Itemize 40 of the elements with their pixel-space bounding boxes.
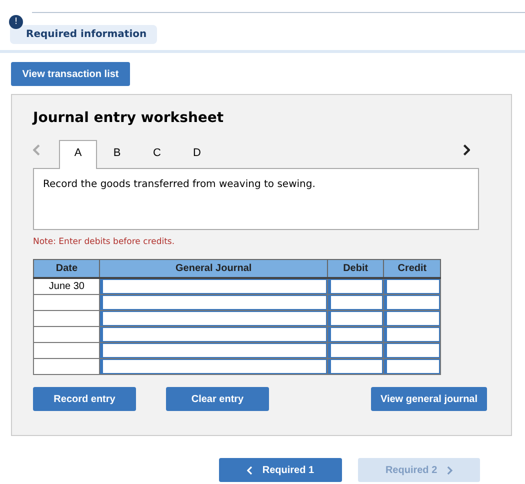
entry-field[interactable] — [328, 359, 384, 374]
worksheet-title: Journal entry worksheet — [33, 110, 225, 128]
navigation-button[interactable]: Required 1 — [219, 458, 342, 482]
entry-field[interactable] — [328, 327, 384, 342]
worksheet-tab[interactable]: D — [177, 140, 217, 169]
column-header: Date — [34, 260, 100, 278]
entry-field[interactable] — [328, 295, 384, 310]
entry-field[interactable] — [100, 327, 327, 342]
entry-field[interactable] — [328, 279, 384, 294]
entry-field[interactable] — [384, 311, 440, 326]
entry-field[interactable] — [100, 279, 327, 294]
date-cell: June 30 — [34, 278, 100, 294]
entry-field[interactable] — [100, 359, 327, 374]
column-header: General Journal — [100, 260, 328, 278]
chevron-right-icon[interactable] — [463, 144, 470, 156]
worksheet-tab[interactable]: B — [97, 140, 137, 169]
requirement-tab[interactable]: Required information — [10, 25, 157, 44]
entry-field[interactable] — [384, 359, 440, 374]
entry-field[interactable] — [328, 343, 384, 358]
entry-field[interactable] — [100, 311, 327, 326]
alert-badge: ! — [9, 15, 23, 29]
navigation-label: Required 2 — [385, 464, 438, 476]
column-header: Debit — [327, 260, 384, 278]
column-header: Credit — [384, 260, 440, 278]
worksheet-tab[interactable]: A — [59, 140, 97, 169]
worksheet-button[interactable]: Clear entry — [166, 387, 269, 411]
worksheet-tab[interactable]: C — [137, 140, 177, 169]
entry-field[interactable] — [100, 295, 327, 310]
view-transaction-list-button[interactable]: View transaction list — [11, 62, 130, 86]
worksheet-button[interactable]: Record entry — [33, 387, 136, 411]
entry-field[interactable] — [384, 327, 440, 342]
note-text: Note: Enter debits before credits. — [33, 237, 176, 247]
entry-field[interactable] — [384, 279, 440, 294]
worksheet-button[interactable]: View general journal — [371, 387, 487, 411]
entry-field[interactable] — [328, 311, 384, 326]
entry-field[interactable] — [384, 295, 440, 310]
entry-field[interactable] — [384, 343, 440, 358]
navigation-label: Required 1 — [262, 464, 314, 476]
entry-field[interactable] — [100, 343, 327, 358]
instruction-text: Record the goods transferred from weaving to sewing. — [43, 179, 316, 190]
